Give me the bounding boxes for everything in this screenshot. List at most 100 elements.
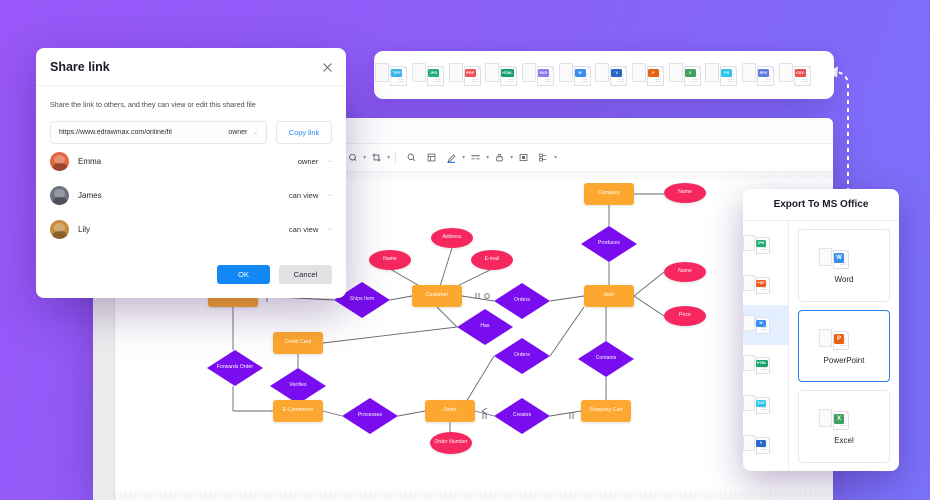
er-attribute-address[interactable]: Address bbox=[431, 228, 473, 248]
share-link-input-group[interactable]: https://www.edrawmax.com/online/fil owne… bbox=[50, 121, 267, 144]
chevron-down-icon[interactable]: ⌄ bbox=[327, 226, 332, 232]
export-rail-item-html[interactable]: HTML bbox=[743, 345, 788, 385]
er-attribute-name[interactable]: Name bbox=[664, 262, 706, 282]
file-back-sheet bbox=[375, 63, 389, 82]
dialog-header: Share link bbox=[36, 48, 346, 86]
chevron-down-icon[interactable]: ⌄ bbox=[327, 192, 332, 198]
export-to-ms-office-panel: Export To MS Office JPGPDFWHTMLSVGV WWor… bbox=[743, 189, 899, 471]
export-card-excel[interactable]: XExcel bbox=[798, 390, 890, 463]
file-back-sheet bbox=[743, 235, 755, 251]
er-node-label: Credit Card bbox=[283, 340, 314, 346]
lock-icon[interactable] bbox=[489, 148, 509, 168]
er-entity-order[interactable]: Order bbox=[425, 400, 475, 422]
zoom-icon[interactable] bbox=[401, 148, 421, 168]
export-rail-item-pdf[interactable]: PDF bbox=[743, 265, 788, 305]
group-icon[interactable] bbox=[533, 148, 553, 168]
export-card-word[interactable]: WWord bbox=[798, 229, 890, 302]
er-node-label: Item bbox=[602, 293, 616, 299]
er-entity-e-commerce[interactable]: E-Commerce bbox=[273, 400, 323, 422]
er-node-label: Shopping Cart bbox=[587, 408, 624, 414]
file-format-badge: V bbox=[756, 440, 766, 448]
er-node-label: Company bbox=[596, 191, 622, 197]
file-format-badge: PS bbox=[721, 69, 732, 77]
er-node-label: Forwards Order bbox=[215, 365, 255, 371]
file-format-badge: SVG bbox=[538, 69, 549, 77]
er-node-label: Name bbox=[676, 269, 694, 275]
er-attribute-e-mail[interactable]: E-mail bbox=[471, 250, 513, 270]
er-attribute-name[interactable]: Name bbox=[369, 250, 411, 270]
line-style-icon[interactable] bbox=[465, 148, 485, 168]
export-card-powerpoint[interactable]: P PowerPoint bbox=[798, 310, 890, 383]
export-card-list: WWord P PowerPoint XExcel bbox=[789, 221, 899, 471]
er-node-label: Has bbox=[478, 324, 491, 330]
export-card-label: PowerPoint bbox=[824, 356, 865, 365]
cancel-button[interactable]: Cancel bbox=[279, 265, 332, 284]
ok-button[interactable]: OK bbox=[217, 265, 270, 284]
file-format-badge: JPG bbox=[428, 69, 439, 77]
file-back-sheet bbox=[669, 63, 683, 82]
person-permission-select[interactable]: owner bbox=[298, 157, 319, 166]
file-back-sheet bbox=[742, 63, 756, 82]
chevron-down-icon[interactable]: ⌄ bbox=[253, 130, 258, 136]
er-node-label: Ships Item bbox=[348, 297, 377, 303]
chevron-down-icon[interactable]: ▾ bbox=[387, 154, 390, 161]
er-node-label: Contains bbox=[594, 356, 619, 362]
person-permission-select[interactable]: can view bbox=[289, 191, 319, 200]
file-back-sheet bbox=[819, 248, 832, 266]
shadow-icon[interactable] bbox=[513, 148, 533, 168]
dialog-actions: OK Cancel bbox=[217, 265, 332, 284]
export-panel-body: JPGPDFWHTMLSVGV WWordPPowerPointXExcel bbox=[743, 221, 899, 471]
format-button-csv[interactable]: CSV bbox=[793, 62, 819, 88]
export-rail-item-v[interactable]: V bbox=[743, 425, 788, 465]
er-node-label: Processes bbox=[356, 413, 384, 419]
file-back-sheet bbox=[743, 275, 755, 291]
format-button-eps[interactable]: EPS bbox=[756, 62, 782, 88]
file-format-badge: X bbox=[685, 69, 696, 77]
er-entity-customer[interactable]: Customer bbox=[412, 285, 462, 307]
export-format-toolbar[interactable]: TIFFJPGPDFHTMLSVGWVPXPSEPSCSV bbox=[374, 51, 834, 99]
file-back-sheet bbox=[522, 63, 536, 82]
er-entity-shopping-cart[interactable]: Shopping Cart bbox=[581, 400, 631, 422]
er-attribute-price[interactable]: Price bbox=[664, 306, 706, 326]
close-icon[interactable] bbox=[320, 60, 334, 74]
er-attribute-name[interactable]: Name bbox=[664, 183, 706, 203]
file-format-badge: TIFF bbox=[391, 69, 402, 77]
file-format-badge: P bbox=[834, 334, 844, 344]
file-back-sheet bbox=[743, 395, 755, 411]
person-permission-select[interactable]: can view bbox=[289, 225, 319, 234]
chevron-down-icon[interactable]: ⌄ bbox=[327, 158, 332, 164]
er-node-label: Creates bbox=[511, 413, 533, 419]
er-node-label: Produces bbox=[596, 241, 622, 247]
er-node-label: Name bbox=[381, 257, 399, 263]
er-node-label: Name bbox=[676, 190, 694, 196]
avatar bbox=[50, 186, 69, 205]
export-rail-item-w[interactable]: W bbox=[743, 305, 788, 345]
er-node-label: Price bbox=[677, 313, 693, 319]
file-format-badge: X bbox=[834, 414, 844, 424]
er-entity-company[interactable]: Company bbox=[584, 183, 634, 205]
file-format-badge: W bbox=[834, 253, 844, 263]
file-back-sheet bbox=[449, 63, 463, 82]
export-panel-title: Export To MS Office bbox=[743, 189, 899, 221]
er-entity-item[interactable]: Item bbox=[584, 285, 634, 307]
export-format-rail[interactable]: JPGPDFWHTMLSVG V bbox=[743, 221, 789, 471]
pen-color-icon[interactable] bbox=[441, 148, 461, 168]
file-format-badge: EPS bbox=[758, 69, 769, 77]
er-entity-credit-card[interactable]: Credit Card bbox=[273, 332, 323, 354]
file-back-sheet bbox=[412, 63, 426, 82]
export-rail-item-svg[interactable]: SVG bbox=[743, 385, 788, 425]
share-link-row: https://www.edrawmax.com/online/fil owne… bbox=[50, 121, 332, 144]
chevron-down-icon[interactable]: ▾ bbox=[554, 154, 557, 161]
copy-link-button[interactable]: Copy link bbox=[276, 121, 332, 144]
share-link-dialog: Share link Share the link to others, and… bbox=[36, 48, 346, 298]
share-link-input[interactable]: https://www.edrawmax.com/online/fil bbox=[59, 129, 222, 136]
link-permission-select[interactable]: owner bbox=[228, 129, 247, 136]
export-rail-item-jpg[interactable]: JPG bbox=[743, 225, 788, 265]
page-setup-icon[interactable] bbox=[421, 148, 441, 168]
file-back-sheet bbox=[743, 435, 755, 451]
er-node-label: Address bbox=[440, 235, 463, 241]
er-node-label: E-mail bbox=[483, 257, 502, 263]
er-attribute-order-number[interactable]: Order Number bbox=[430, 432, 472, 454]
file-format-badge: PDF bbox=[465, 69, 476, 77]
crop-icon[interactable] bbox=[366, 148, 386, 168]
